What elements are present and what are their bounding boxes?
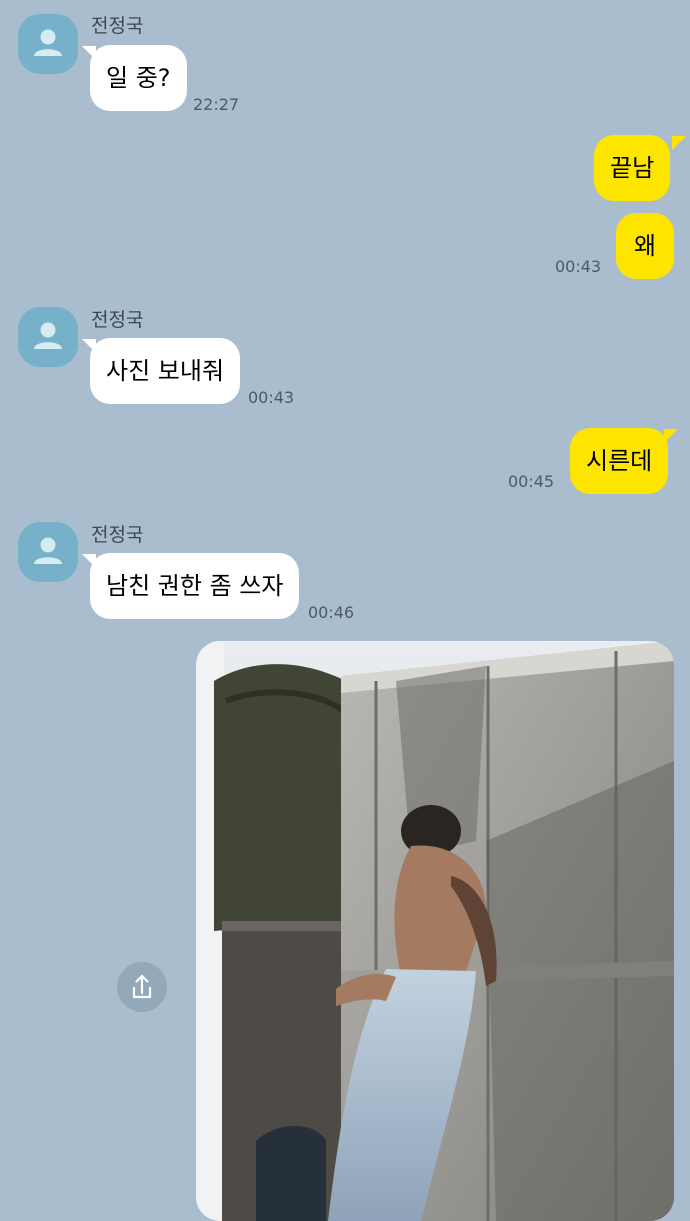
share-icon: [132, 974, 152, 999]
sender-name: 전정국: [91, 309, 144, 331]
message-time: 00:43: [555, 257, 602, 276]
message-bubble-incoming[interactable]: 남친 권한 좀 쓰자: [90, 553, 300, 619]
message-bubble-outgoing[interactable]: 시른데: [570, 428, 669, 494]
message-bubble-outgoing[interactable]: 왜: [616, 213, 674, 279]
message-bubble-incoming[interactable]: 사진 보내줘: [90, 338, 241, 404]
message-bubble-incoming[interactable]: 일 중?: [90, 45, 187, 111]
sender-avatar[interactable]: [18, 522, 78, 582]
sender-name: 전정국: [91, 524, 144, 546]
person-icon: [34, 537, 62, 564]
message-time: 22:27: [193, 95, 240, 114]
message-bubble-outgoing[interactable]: 끝남: [594, 135, 671, 201]
sender-name: 전정국: [91, 15, 144, 37]
photo-message[interactable]: [196, 641, 674, 1221]
person-icon: [34, 29, 62, 56]
message-time: 00:45: [508, 472, 555, 491]
message-time: 00:43: [248, 388, 295, 407]
bubble-tail: [672, 136, 686, 150]
share-button[interactable]: [117, 962, 167, 1012]
message-time: 00:46: [308, 603, 355, 622]
sender-avatar[interactable]: [18, 307, 78, 367]
sender-avatar[interactable]: [18, 14, 78, 74]
person-icon: [34, 322, 62, 349]
photo-image: [196, 641, 674, 1221]
